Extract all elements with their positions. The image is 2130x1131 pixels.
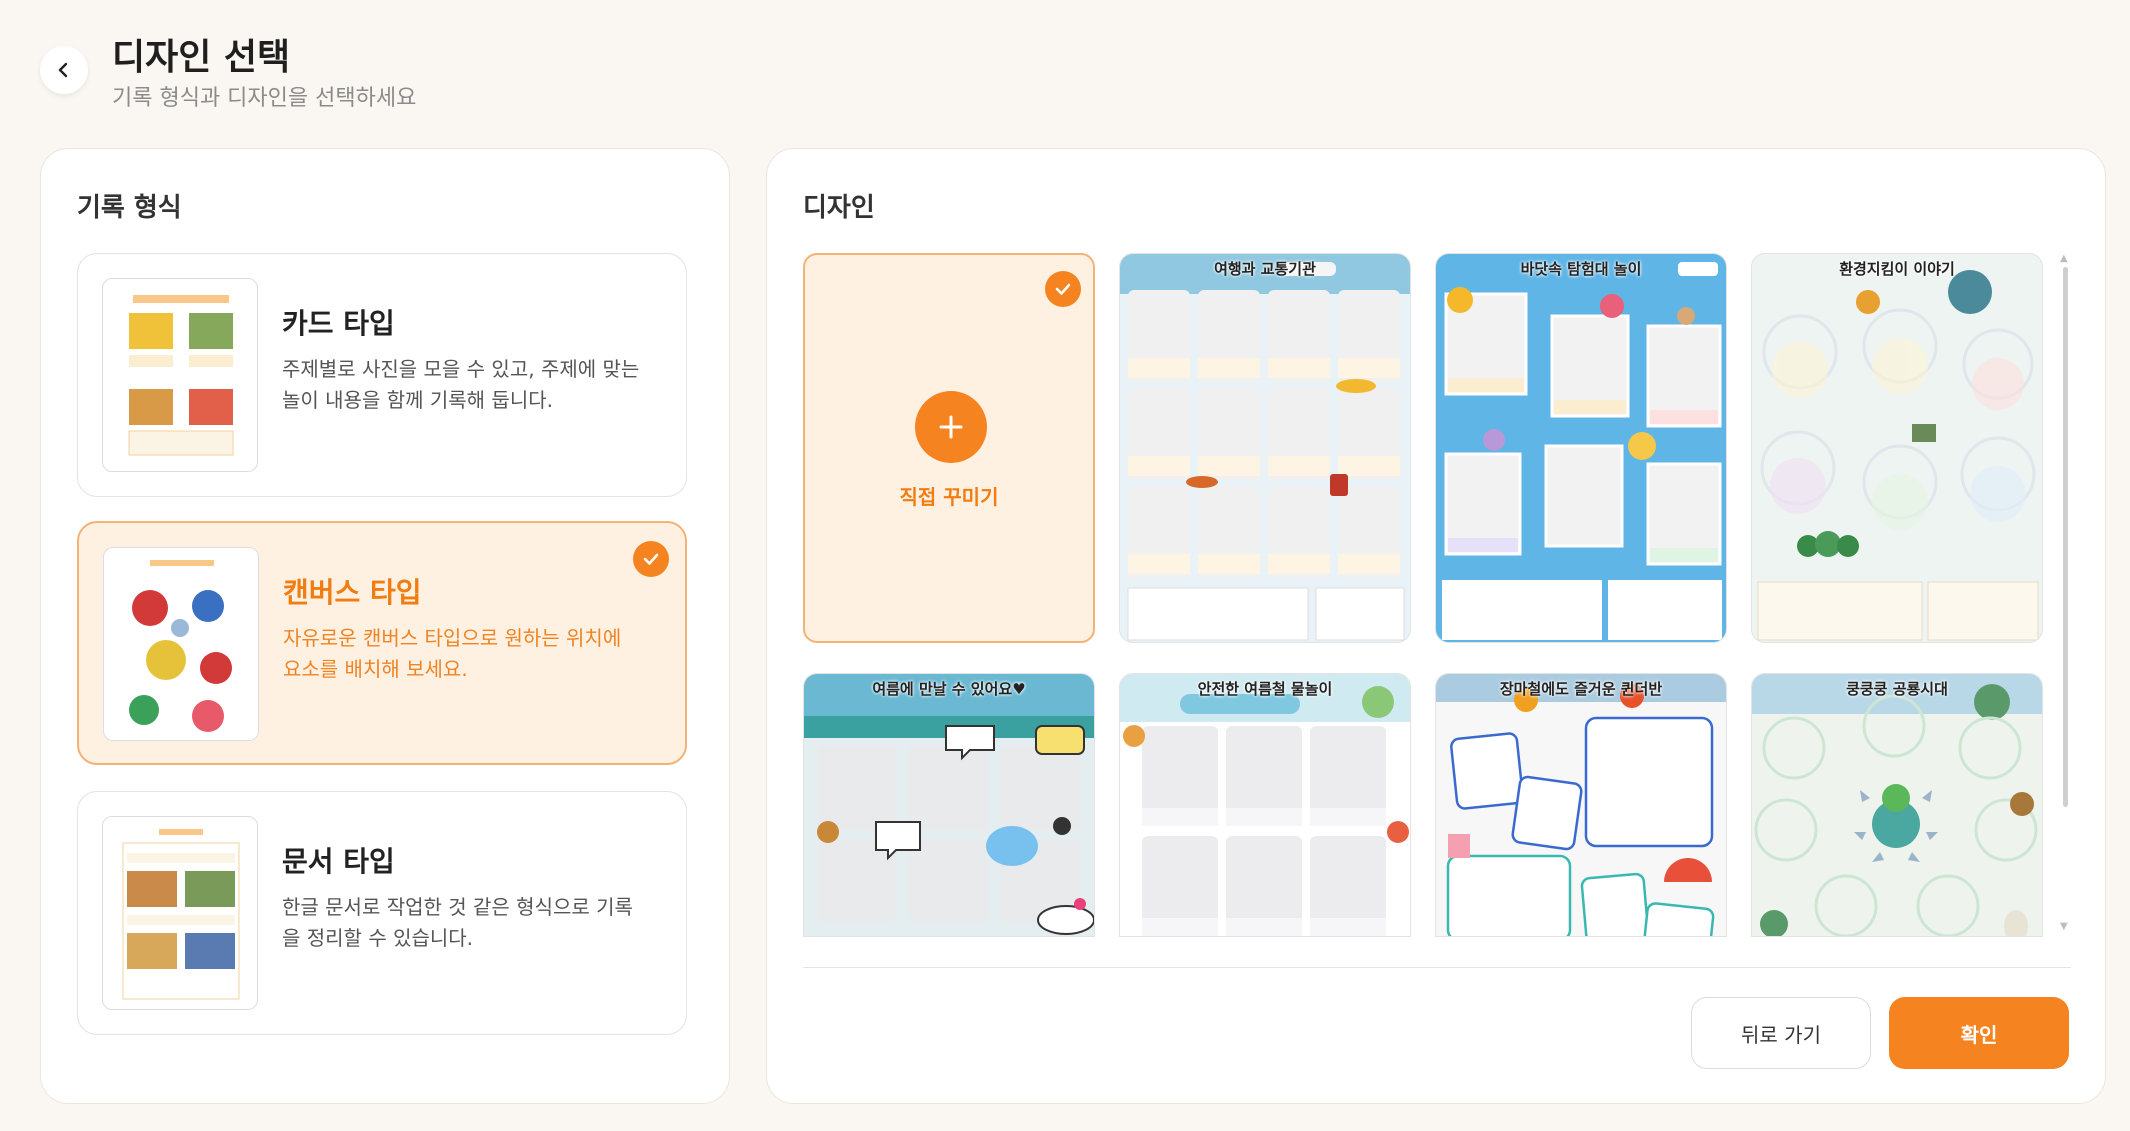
template-label: 환경지킴이 이야기 xyxy=(1839,260,1955,278)
template-label: 안전한 여름철 물놀이 xyxy=(1197,680,1333,698)
record-format-panel: 기록 형식 카드 타입 주제별로 사진을 모을 수 있고, 주제에 맞는 놀이 … xyxy=(40,148,730,1104)
template-label: 바닷속 탐험대 놀이 xyxy=(1520,260,1642,278)
back-button[interactable] xyxy=(40,46,88,94)
type-card-document[interactable]: 문서 타입 한글 문서로 작업한 것 같은 형식으로 기록을 정리할 수 있습니… xyxy=(77,791,687,1035)
type-card-desc: 주제별로 사진을 모을 수 있고, 주제에 맞는 놀이 내용을 함께 기록해 둡… xyxy=(282,357,640,412)
type-card-card[interactable]: 카드 타입 주제별로 사진을 모을 수 있고, 주제에 맞는 놀이 내용을 함께… xyxy=(77,253,687,497)
template-label: 여름에 만날 수 있어요♥ xyxy=(872,680,1026,698)
design-title: 디자인 xyxy=(803,193,875,223)
plus-icon xyxy=(915,391,987,463)
design-scrollbar[interactable]: ▲ ▼ xyxy=(2059,253,2071,937)
type-canvas-desc: 자유로운 캔버스 타입으로 원하는 위치에 요소를 배치해 보세요. xyxy=(283,626,622,681)
design-template-rain[interactable]: 장마철에도 즐거운 퀸더반 xyxy=(1435,673,1727,937)
canvas-type-thumbnail xyxy=(103,547,259,741)
scroll-down-icon[interactable]: ▼ xyxy=(2060,921,2068,932)
design-template-ocean[interactable]: 바닷속 탐험대 놀이 xyxy=(1435,253,1727,643)
scroll-up-icon[interactable]: ▲ xyxy=(2060,253,2068,264)
type-document-title: 문서 타입 xyxy=(282,845,395,878)
page-header: 디자인 선택 기록 형식과 디자인을 선택하세요 xyxy=(40,28,940,111)
type-document-desc: 한글 문서로 작업한 것 같은 형식으로 기록을 정리할 수 있습니다. xyxy=(282,895,633,950)
footer-divider xyxy=(803,967,2071,968)
custom-design-tile[interactable]: 직접 꾸미기 xyxy=(803,253,1095,643)
record-format-title: 기록 형식 xyxy=(77,193,182,223)
type-canvas-title: 캔버스 타입 xyxy=(283,576,422,609)
confirm-button[interactable]: 확인 xyxy=(1889,997,2069,1069)
design-template-travel[interactable]: 여행과 교통기관 xyxy=(1119,253,1411,643)
page-subtitle: 기록 형식과 디자인을 선택하세요 xyxy=(112,86,417,111)
card-type-thumbnail xyxy=(102,278,258,472)
design-template-summer[interactable]: 여름에 만날 수 있어요♥ xyxy=(803,673,1095,937)
page-title: 디자인 선택 xyxy=(112,37,291,78)
template-label: 쿵쿵쿵 공룡시대 xyxy=(1846,680,1948,698)
design-template-water[interactable]: 안전한 여름철 물놀이 xyxy=(1119,673,1411,937)
type-card-canvas[interactable]: 캔버스 타입 자유로운 캔버스 타입으로 원하는 위치에 요소를 배치해 보세요… xyxy=(77,521,687,765)
design-panel: 디자인 직접 꾸미기 여행과 교통기관 바닷속 탐험대 놀이 환경지킴이 이야기… xyxy=(766,148,2106,1104)
scroll-thumb[interactable] xyxy=(2063,267,2068,807)
document-type-thumbnail xyxy=(102,816,258,1010)
go-back-button[interactable]: 뒤로 가기 xyxy=(1691,997,1871,1069)
type-card-title: 카드 타입 xyxy=(282,307,395,340)
design-template-dinosaur[interactable]: 쿵쿵쿵 공룡시대 xyxy=(1751,673,2043,937)
template-label: 장마철에도 즐거운 퀸더반 xyxy=(1499,680,1663,698)
selected-check-icon xyxy=(1045,271,1081,307)
template-label: 여행과 교통기관 xyxy=(1214,260,1316,278)
selected-check-icon xyxy=(633,541,669,577)
chevron-left-icon xyxy=(58,62,68,78)
design-template-eco[interactable]: 환경지킴이 이야기 xyxy=(1751,253,2043,643)
design-grid: 직접 꾸미기 여행과 교통기관 바닷속 탐험대 놀이 환경지킴이 이야기 여름에… xyxy=(803,253,2043,937)
custom-design-label: 직접 꾸미기 xyxy=(899,485,999,509)
